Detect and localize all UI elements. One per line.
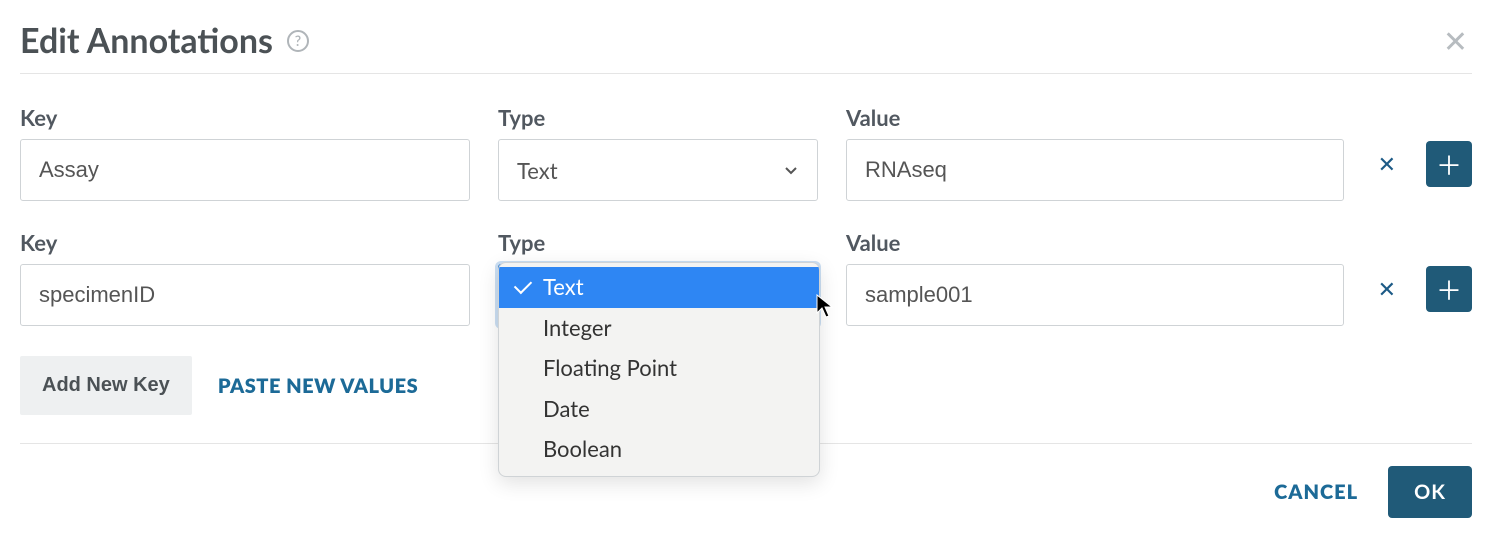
remove-row-button[interactable]: ✕ (1372, 272, 1402, 306)
paste-new-values-link[interactable]: PASTE NEW VALUES (218, 374, 418, 398)
value-label: Value (846, 229, 1344, 256)
dialog-header: Edit Annotations ? ✕ (20, 20, 1472, 74)
cancel-button[interactable]: CANCEL (1274, 480, 1358, 504)
value-input[interactable] (846, 264, 1344, 326)
type-label: Type (498, 229, 818, 256)
type-select[interactable]: Text (498, 139, 818, 201)
ok-button[interactable]: OK (1388, 466, 1472, 518)
type-dropdown: Text Integer Floating Point Date Boolean (498, 262, 820, 477)
type-select-value: Text (517, 157, 558, 184)
type-option-date[interactable]: Date (499, 389, 819, 430)
type-label: Type (498, 104, 818, 131)
annotation-rows: Key Type Text Value ✕ (20, 104, 1472, 326)
annotation-row: Key Type Text Text Integer Floating Po (20, 229, 1472, 326)
remove-row-button[interactable]: ✕ (1372, 147, 1402, 181)
type-option-floating-point[interactable]: Floating Point (499, 348, 819, 389)
value-label: Value (846, 104, 1344, 131)
key-input[interactable] (20, 264, 470, 326)
key-input[interactable] (20, 139, 470, 201)
annotation-row: Key Type Text Value ✕ (20, 104, 1472, 201)
type-option-integer[interactable]: Integer (499, 308, 819, 349)
help-icon[interactable]: ? (287, 30, 309, 52)
key-label: Key (20, 104, 470, 131)
edit-annotations-dialog: Edit Annotations ? ✕ Key Type Text (20, 20, 1472, 518)
key-label: Key (20, 229, 470, 256)
close-icon[interactable]: ✕ (1439, 22, 1472, 60)
value-input[interactable] (846, 139, 1344, 201)
add-value-button[interactable]: ＋ (1426, 141, 1472, 187)
add-value-button[interactable]: ＋ (1426, 266, 1472, 312)
chevron-down-icon (783, 162, 799, 178)
type-option-boolean[interactable]: Boolean (499, 429, 819, 470)
dialog-title: Edit Annotations (20, 20, 273, 61)
type-option-text[interactable]: Text (499, 267, 819, 308)
add-new-key-button[interactable]: Add New Key (20, 356, 192, 415)
